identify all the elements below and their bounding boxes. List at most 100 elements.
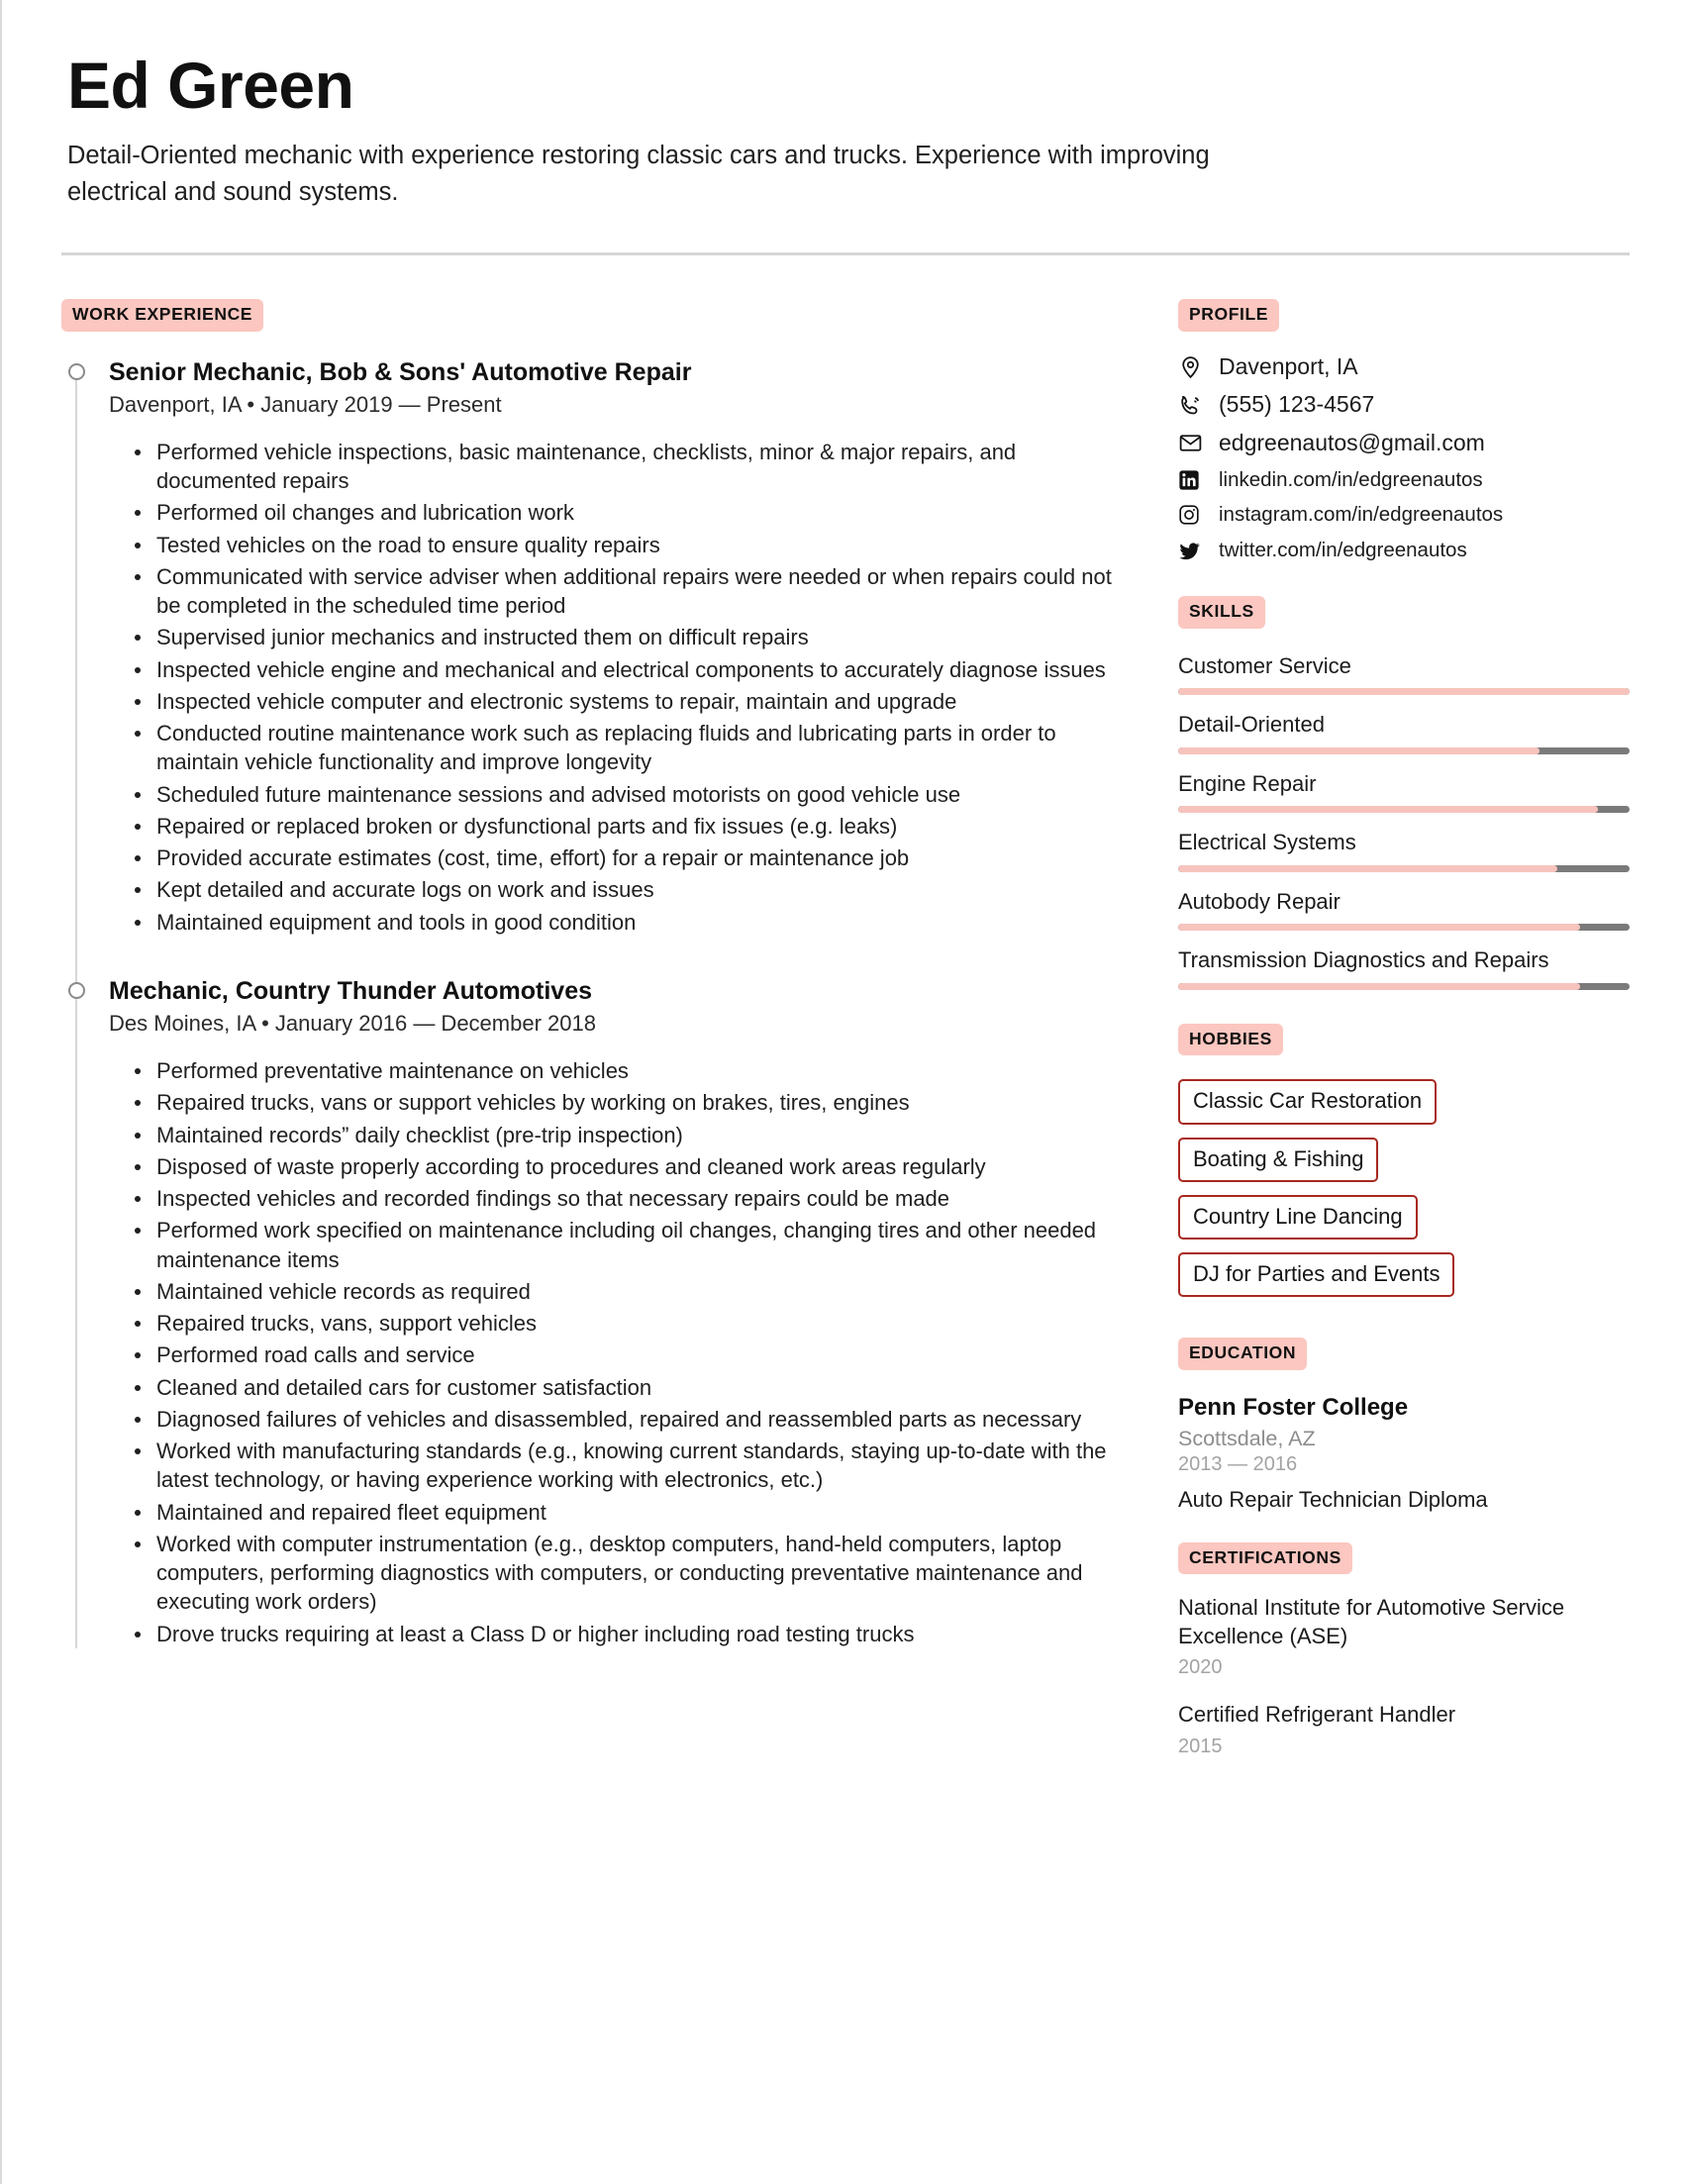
list-item: Inspected vehicles and recorded findings… [131, 1184, 1123, 1213]
section-heading-profile: PROFILE [1178, 299, 1280, 332]
skill-bar-track [1178, 982, 1630, 990]
list-item: Tested vehicles on the road to ensure qu… [131, 531, 1123, 559]
page-title: Ed Green [67, 49, 354, 122]
education-entry: Penn Foster College Scottsdale, AZ 2013 … [1178, 1394, 1630, 1515]
work-entry: Mechanic, Country Thunder Automotives De… [68, 976, 1123, 1648]
contact-instagram-text[interactable]: instagram.com/in/edgreenautos [1219, 503, 1503, 528]
certification-year: 2020 [1178, 1656, 1223, 1679]
list-item: Performed vehicle inspections, basic mai… [131, 438, 1123, 496]
resume-page: Ed Green Detail-Oriented mechanic with e… [0, 0, 1689, 2184]
list-item: Performed oil changes and lubrication wo… [131, 498, 1123, 527]
contact-twitter-text[interactable]: twitter.com/in/edgreenautos [1219, 539, 1467, 563]
job-title: Mechanic, Country Thunder Automotives [109, 976, 593, 1005]
instagram-icon [1178, 504, 1208, 526]
contact-location-text: Davenport, IA [1219, 352, 1358, 379]
section-heading-hobbies: HOBBIES [1178, 1023, 1283, 1056]
entry-spacer [109, 946, 1123, 976]
work-experience-column: WORK EXPERIENCE Senior Mechanic, Bob & S… [61, 299, 1160, 1658]
certification-name: National Institute for Automotive Servic… [1178, 1595, 1565, 1648]
twitter-bird-icon [1178, 540, 1208, 562]
list-item: Worked with manufacturing standards (e.g… [131, 1437, 1123, 1495]
hobbies-list: Classic Car Restoration Boating & Fishin… [1178, 1079, 1630, 1310]
hobby-row: Classic Car Restoration [1178, 1079, 1630, 1137]
certification-entry: National Institute for Automotive Servic… [1178, 1594, 1630, 1758]
skill-item: Autobody Repair [1178, 888, 1630, 932]
contact-email-text[interactable]: edgreenautos@gmail.com [1219, 430, 1485, 457]
list-item: Repaired or replaced broken or dysfuncti… [131, 812, 1123, 841]
skill-label: Detail-Oriented [1178, 712, 1325, 738]
skill-item: Engine Repair [1178, 770, 1630, 814]
education-school: Penn Foster College [1178, 1393, 1409, 1421]
list-item: Supervised junior mechanics and instruct… [131, 623, 1123, 651]
list-item: Drove trucks requiring at least a Class … [131, 1620, 1123, 1648]
list-item: Maintained and repaired fleet equipment [131, 1498, 1123, 1527]
work-experience-timeline: Senior Mechanic, Bob & Sons' Automotive … [61, 357, 1123, 1648]
hobby-row: DJ for Parties and Events [1178, 1252, 1630, 1310]
skill-bar-track [1178, 924, 1630, 932]
section-heading-certifications: CERTIFICATIONS [1178, 1541, 1352, 1575]
list-item: Repaired trucks, vans, support vehicles [131, 1309, 1123, 1338]
skill-bar-fill [1178, 982, 1580, 990]
hobby-tag: Classic Car Restoration [1178, 1079, 1438, 1125]
profile-contact-list: Davenport, IA (555) 123-4567 edgreenauto… [1178, 353, 1630, 563]
list-item: Diagnosed failures of vehicles and disas… [131, 1405, 1123, 1434]
skill-item: Transmission Diagnostics and Repairs [1178, 946, 1630, 990]
certification-year: 2015 [1178, 1735, 1223, 1757]
skills-section: SKILLS Customer Service Detail-Oriented [1178, 596, 1630, 990]
hobby-tag: Country Line Dancing [1178, 1194, 1418, 1241]
hobby-row: Boating & Fishing [1178, 1137, 1630, 1195]
job-bullet-list: Performed preventative maintenance on ve… [109, 1056, 1123, 1648]
job-meta: Des Moines, IA • January 2016 — December… [109, 1011, 596, 1037]
list-item: Inspected vehicle engine and mechanical … [131, 655, 1123, 684]
list-item: Provided accurate estimates (cost, time,… [131, 844, 1123, 872]
hobby-tag: DJ for Parties and Events [1178, 1252, 1455, 1298]
list-item: Communicated with service adviser when a… [131, 562, 1123, 621]
contact-email: edgreenautos@gmail.com [1178, 430, 1630, 457]
list-item: Performed preventative maintenance on ve… [131, 1056, 1123, 1085]
list-item: Cleaned and detailed cars for customer s… [131, 1373, 1123, 1402]
skill-bar-track [1178, 806, 1630, 814]
skills-list: Customer Service Detail-Oriented Engine … [1178, 652, 1630, 990]
phone-icon [1178, 393, 1208, 418]
contact-instagram: instagram.com/in/edgreenautos [1178, 503, 1630, 528]
list-item: Kept detailed and accurate logs on work … [131, 875, 1123, 904]
list-item: Repaired trucks, vans or support vehicle… [131, 1088, 1123, 1117]
list-item: Worked with computer instrumentation (e.… [131, 1530, 1123, 1617]
contact-linkedin: linkedin.com/in/edgreenautos [1178, 468, 1630, 493]
linkedin-icon [1178, 469, 1208, 491]
list-item: Performed road calls and service [131, 1340, 1123, 1369]
section-heading-work-experience: WORK EXPERIENCE [61, 299, 264, 332]
contact-phone-text[interactable]: (555) 123-4567 [1219, 391, 1374, 419]
skill-bar-fill [1178, 746, 1540, 754]
sidebar-column: PROFILE Davenport, IA (555) 123-4567 edg… [1160, 299, 1630, 1780]
certification-name: Certified Refrigerant Handler [1178, 1702, 1456, 1728]
contact-twitter: twitter.com/in/edgreenautos [1178, 539, 1630, 563]
skill-label: Customer Service [1178, 652, 1351, 678]
contact-location: Davenport, IA [1178, 353, 1630, 381]
skill-bar-track [1178, 746, 1630, 754]
envelope-icon [1178, 431, 1208, 455]
section-heading-skills: SKILLS [1178, 596, 1265, 629]
education-degree: Auto Repair Technician Diploma [1178, 1486, 1488, 1512]
skill-label: Autobody Repair [1178, 888, 1341, 914]
skill-item: Detail-Oriented [1178, 711, 1630, 754]
job-bullet-list: Performed vehicle inspections, basic mai… [109, 438, 1123, 937]
section-heading-education: EDUCATION [1178, 1338, 1308, 1370]
contact-linkedin-text[interactable]: linkedin.com/in/edgreenautos [1219, 468, 1483, 493]
contact-phone: (555) 123-4567 [1178, 391, 1630, 419]
list-item: Performed work specified on maintenance … [131, 1216, 1123, 1274]
skill-bar-fill [1178, 864, 1558, 872]
skill-bar-fill [1178, 924, 1580, 932]
profile-section: PROFILE Davenport, IA (555) 123-4567 edg… [1178, 299, 1630, 562]
professional-summary: Detail-Oriented mechanic with experience… [67, 142, 1210, 207]
list-item: Scheduled future maintenance sessions an… [131, 780, 1123, 809]
list-item: Disposed of waste properly according to … [131, 1152, 1123, 1181]
timeline-dot-icon [68, 981, 85, 999]
skill-bar-fill [1178, 688, 1630, 696]
work-entry: Senior Mechanic, Bob & Sons' Automotive … [68, 357, 1123, 937]
hobby-tag: Boating & Fishing [1178, 1137, 1379, 1182]
certifications-section: CERTIFICATIONS National Institute for Au… [1178, 1541, 1630, 1758]
timeline-line [75, 370, 77, 1648]
resume-header: Ed Green Detail-Oriented mechanic with e… [61, 0, 1630, 211]
list-item: Conducted routine maintenance work such … [131, 719, 1123, 777]
